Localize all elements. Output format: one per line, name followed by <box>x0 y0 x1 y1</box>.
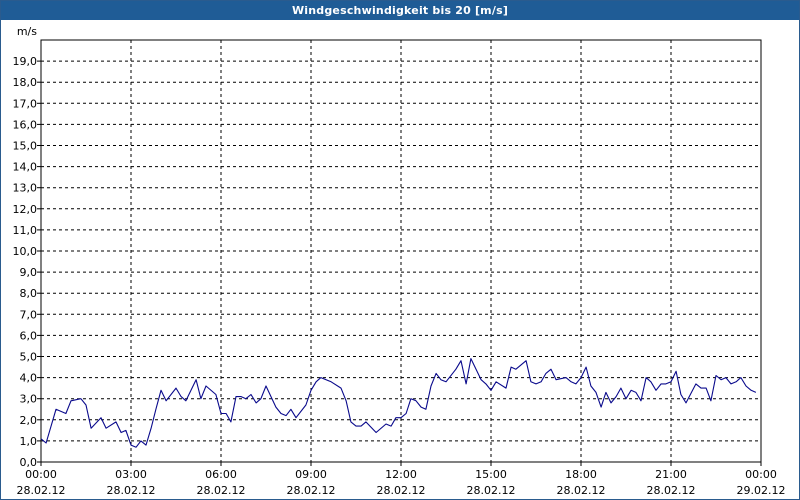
y-tick-label: 13,0 <box>13 182 38 195</box>
y-tick-label: 9,0 <box>20 266 38 279</box>
wind-speed-line <box>40 358 757 448</box>
x-tick-time: 06:00 <box>205 468 237 481</box>
x-tick-date: 29.02.12 <box>737 484 786 497</box>
x-tick-date: 28.02.12 <box>287 484 336 497</box>
y-tick-label: 1,0 <box>20 435 38 448</box>
y-tick-label: 18,0 <box>13 76 38 89</box>
y-tick-label: 14,0 <box>13 161 38 174</box>
chart-window: Windgeschwindigkeit bis 20 [m/s] 0,0 1,0 2… <box>0 0 800 500</box>
y-tick-label: 15,0 <box>13 140 38 153</box>
wind-speed-chart: 0,01,02,03,04,05,06,07,08,09,010,011,012… <box>13 25 786 497</box>
y-tick-label: 11,0 <box>13 224 38 237</box>
x-tick-time: 03:00 <box>115 468 147 481</box>
x-tick-time: 00:00 <box>25 468 57 481</box>
y-tick-label: 17,0 <box>13 97 38 110</box>
x-tick-date: 28.02.12 <box>647 484 696 497</box>
y-tick-label: 19,0 <box>13 55 38 68</box>
y-tick-label: 6,0 <box>20 329 38 342</box>
y-tick-label: 12,0 <box>13 203 38 216</box>
y-axis-label: m/s <box>17 25 37 38</box>
x-tick-date: 28.02.12 <box>107 484 156 497</box>
x-tick-time: 09:00 <box>295 468 327 481</box>
x-tick-time: 15:00 <box>475 468 507 481</box>
x-tick-time: 21:00 <box>655 468 687 481</box>
y-tick-label: 3,0 <box>20 393 38 406</box>
y-tick-label: 16,0 <box>13 118 38 131</box>
x-tick-time: 18:00 <box>565 468 597 481</box>
window-title: Windgeschwindigkeit bis 20 [m/s] <box>1 1 799 20</box>
x-tick-date: 28.02.12 <box>377 484 426 497</box>
y-tick-label: 7,0 <box>20 308 38 321</box>
x-tick-date: 28.02.12 <box>17 484 66 497</box>
x-tick-date: 28.02.12 <box>557 484 606 497</box>
x-tick-date: 28.02.12 <box>197 484 246 497</box>
y-tick-label: 10,0 <box>13 245 38 258</box>
x-tick-date: 28.02.12 <box>467 484 516 497</box>
y-tick-label: 2,0 <box>20 414 38 427</box>
y-tick-label: 8,0 <box>20 287 38 300</box>
y-tick-label: 5,0 <box>20 351 38 364</box>
y-tick-label: 4,0 <box>20 372 38 385</box>
x-tick-time: 00:00 <box>745 468 777 481</box>
x-tick-time: 12:00 <box>385 468 417 481</box>
